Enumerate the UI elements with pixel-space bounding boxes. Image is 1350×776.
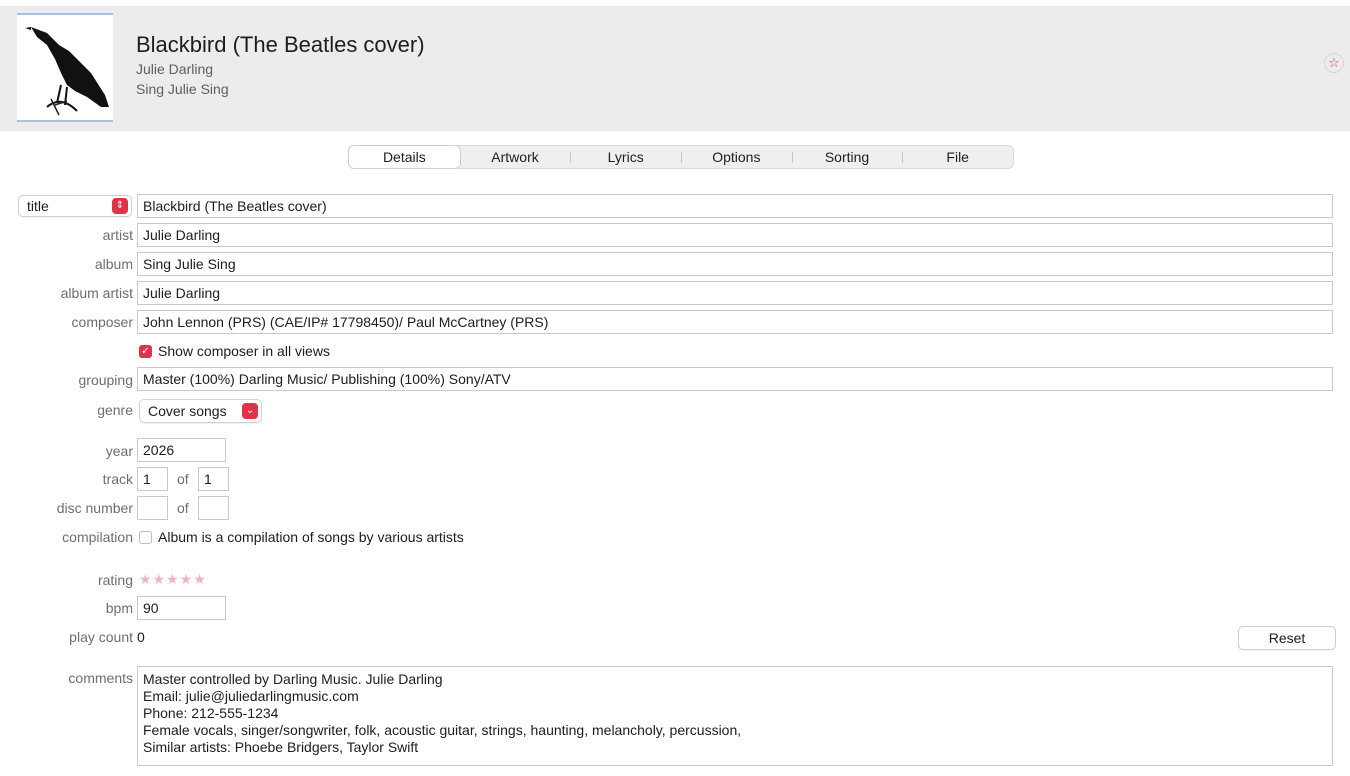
- album-artist-field[interactable]: Julie Darling: [137, 281, 1333, 305]
- tab-details[interactable]: Details: [349, 146, 460, 168]
- updown-chevron-icon: ⇕: [112, 198, 128, 214]
- title-field[interactable]: Blackbird (The Beatles cover): [137, 194, 1333, 218]
- comment-line: Master controlled by Darling Music. Juli…: [143, 671, 443, 687]
- album-field[interactable]: Sing Julie Sing: [137, 252, 1333, 276]
- tab-file[interactable]: File: [902, 146, 1013, 168]
- comment-line: Similar artists: Phoebe Bridgers, Taylor…: [143, 739, 419, 755]
- disc-number-label: disc number: [56, 500, 133, 516]
- blackbird-artwork-icon: [25, 27, 109, 116]
- comment-line: Phone: 212-555-1234: [143, 705, 279, 721]
- grouping-field[interactable]: Master (100%) Darling Music/ Publishing …: [137, 367, 1333, 391]
- album-artwork[interactable]: [17, 13, 113, 122]
- disc-count-field[interactable]: [198, 496, 229, 520]
- show-composer-checkbox[interactable]: ✓: [139, 345, 152, 358]
- album-artist-label: album artist: [60, 285, 133, 301]
- chevron-down-icon: ⌄: [242, 403, 258, 419]
- bpm-label: bpm: [105, 600, 133, 616]
- track-header: Blackbird (The Beatles cover) Julie Darl…: [0, 0, 1350, 131]
- song-artist: Julie Darling: [136, 61, 214, 77]
- play-count-value: 0: [137, 629, 145, 645]
- love-button[interactable]: ☆: [1324, 53, 1344, 73]
- play-count-label: play count: [69, 629, 133, 645]
- compilation-label: compilation: [62, 529, 133, 545]
- star-outline-icon: ☆: [1328, 55, 1340, 70]
- compilation-checkbox[interactable]: [139, 531, 152, 544]
- title-selector-label: title: [27, 198, 49, 214]
- year-field[interactable]: 2026: [137, 438, 226, 462]
- disc-of-label: of: [177, 500, 189, 516]
- composer-label: composer: [71, 314, 133, 330]
- track-count-field[interactable]: 1: [198, 467, 229, 491]
- comments-label: comments: [68, 670, 133, 686]
- track-of-label: of: [177, 471, 189, 487]
- tab-options[interactable]: Options: [681, 146, 792, 168]
- grouping-label: grouping: [78, 372, 134, 388]
- tab-bar: Details Artwork Lyrics Options Sorting F…: [348, 145, 1014, 169]
- compilation-text: Album is a compilation of songs by vario…: [158, 529, 464, 545]
- track-number-field[interactable]: 1: [137, 467, 168, 491]
- artist-label: artist: [102, 227, 133, 243]
- tab-artwork[interactable]: Artwork: [460, 146, 571, 168]
- tab-lyrics[interactable]: Lyrics: [570, 146, 681, 168]
- window-top-strip: [0, 0, 1350, 6]
- genre-label: genre: [97, 402, 133, 418]
- show-composer-label: Show composer in all views: [158, 343, 330, 359]
- track-label: track: [102, 471, 133, 487]
- tab-sorting[interactable]: Sorting: [791, 146, 903, 168]
- genre-value: Cover songs: [148, 403, 227, 419]
- year-label: year: [105, 443, 133, 459]
- comment-line: Email: julie@juliedarlingmusic.com: [143, 688, 359, 704]
- rating-label: rating: [97, 572, 133, 588]
- song-album: Sing Julie Sing: [136, 81, 229, 97]
- comment-line: Female vocals, singer/songwriter, folk, …: [143, 722, 742, 738]
- bpm-field[interactable]: 90: [137, 596, 226, 620]
- title-field-selector[interactable]: title ⇕: [18, 195, 132, 217]
- album-label: album: [94, 256, 133, 272]
- composer-field[interactable]: John Lennon (PRS) (CAE/IP# 17798450)/ Pa…: [137, 310, 1333, 334]
- disc-number-field[interactable]: [137, 496, 168, 520]
- reset-play-count-button[interactable]: Reset: [1238, 626, 1336, 650]
- genre-dropdown[interactable]: Cover songs ⌄: [139, 399, 262, 423]
- artist-field[interactable]: Julie Darling: [137, 223, 1333, 247]
- rating-stars[interactable]: ★★★★★: [139, 571, 207, 588]
- comments-field[interactable]: Master controlled by Darling Music. Juli…: [137, 666, 1333, 766]
- song-title: Blackbird (The Beatles cover): [136, 32, 425, 57]
